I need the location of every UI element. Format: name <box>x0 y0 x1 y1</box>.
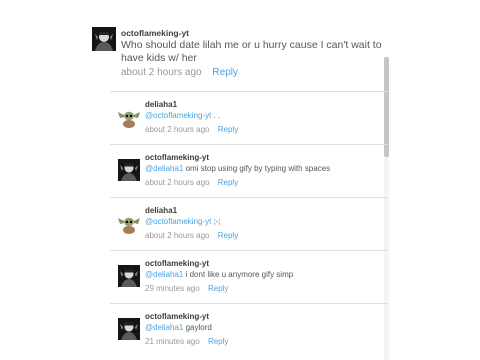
comment-thread: octoflameking-yt Who should date lilah m… <box>0 0 480 360</box>
reply-button[interactable]: Reply <box>218 178 238 187</box>
avatar[interactable] <box>118 159 140 181</box>
avatar[interactable] <box>118 106 140 128</box>
replies-list: deliaha1 @octoflameking-yt . . about 2 h… <box>110 91 390 360</box>
reply-button[interactable]: Reply <box>212 67 238 78</box>
reply-text-content: i dont like u anymore gify simp <box>183 270 294 279</box>
reply-meta: about 2 hours ago Reply <box>145 125 238 134</box>
reply-meta: about 2 hours ago Reply <box>145 178 238 187</box>
avatar[interactable] <box>118 318 140 340</box>
mention-link[interactable]: @octoflameking-yt <box>145 111 211 120</box>
reply-text-content: omi stop using gify by typing with space… <box>183 164 331 173</box>
comment-text-line: have kids w/ her <box>121 52 197 64</box>
reply-item: deliaha1 @octoflameking-yt . . about 2 h… <box>110 91 388 143</box>
reply-text-content: . . <box>211 111 221 120</box>
reply-item: octoflameking-yt @deliaha1 gaylord 21 mi… <box>110 303 388 355</box>
reply-button[interactable]: Reply <box>208 337 228 346</box>
reply-timestamp: about 2 hours ago <box>145 125 210 134</box>
reply-username[interactable]: deliaha1 <box>145 100 177 109</box>
reply-button[interactable]: Reply <box>208 284 228 293</box>
reply-text-content: gaylord <box>183 323 212 332</box>
reply-button[interactable]: Reply <box>218 125 238 134</box>
reply-username[interactable]: octoflameking-yt <box>145 153 209 162</box>
reply-text: @octoflameking-yt . . <box>145 111 220 120</box>
reply-username[interactable]: octoflameking-yt <box>145 259 209 268</box>
comment-text: Who should date lilah me or u hurry caus… <box>121 39 382 65</box>
comment-username[interactable]: octoflameking-yt <box>121 28 189 38</box>
reply-timestamp: 29 minutes ago <box>145 284 200 293</box>
reply-item: deliaha1 @octoflameking-yt ;-; about 2 h… <box>110 197 388 249</box>
reply-text: @deliaha1 gaylord <box>145 323 212 332</box>
reply-button[interactable]: Reply <box>218 231 238 240</box>
comment-timestamp: about 2 hours ago <box>121 67 202 78</box>
reply-timestamp: about 2 hours ago <box>145 231 210 240</box>
reply-item: octoflameking-yt @deliaha1 omi stop usin… <box>110 144 388 196</box>
comment-meta: about 2 hours ago Reply <box>121 67 238 78</box>
reply-username[interactable]: octoflameking-yt <box>145 312 209 321</box>
reply-item: octoflameking-yt @deliaha1 i dont like u… <box>110 250 388 302</box>
reply-text-content: ;-; <box>211 217 221 226</box>
reply-text: @deliaha1 omi stop using gify by typing … <box>145 164 330 173</box>
reply-text: @octoflameking-yt ;-; <box>145 217 221 226</box>
avatar[interactable] <box>118 212 140 234</box>
reply-meta: about 2 hours ago Reply <box>145 231 238 240</box>
mention-link[interactable]: @deliaha1 <box>145 164 183 173</box>
mention-link[interactable]: @deliaha1 <box>145 323 183 332</box>
avatar[interactable] <box>92 27 116 51</box>
reply-username[interactable]: deliaha1 <box>145 206 177 215</box>
comment-text-line: Who should date lilah me or u hurry caus… <box>121 39 382 51</box>
avatar[interactable] <box>118 265 140 287</box>
mention-link[interactable]: @octoflameking-yt <box>145 217 211 226</box>
reply-meta: 21 minutes ago Reply <box>145 337 228 346</box>
reply-timestamp: 21 minutes ago <box>145 337 200 346</box>
reply-text: @deliaha1 i dont like u anymore gify sim… <box>145 270 293 279</box>
reply-meta: 29 minutes ago Reply <box>145 284 228 293</box>
mention-link[interactable]: @deliaha1 <box>145 270 183 279</box>
reply-timestamp: about 2 hours ago <box>145 178 210 187</box>
